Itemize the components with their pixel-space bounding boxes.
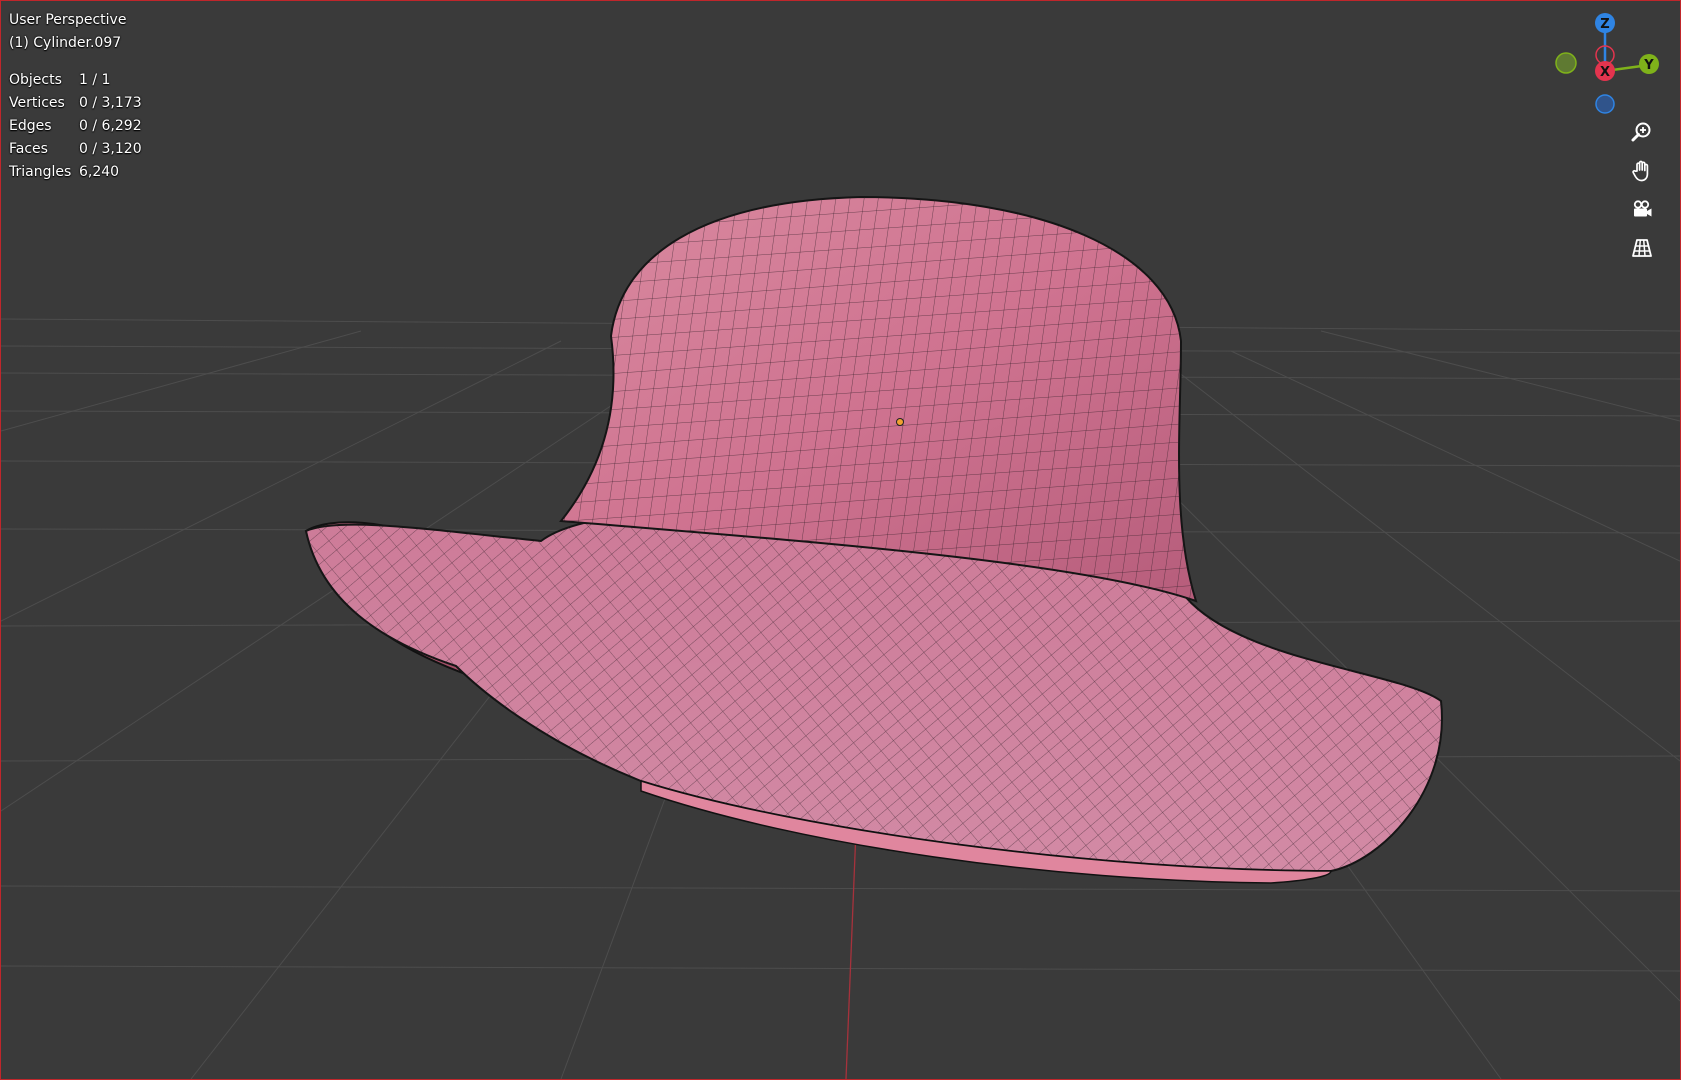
stat-row-vertices: Vertices 0 / 3,173 [9, 92, 142, 115]
stat-row-objects: Objects 1 / 1 [9, 69, 142, 92]
hand-icon [1632, 160, 1649, 182]
navigation-gizmo[interactable]: Z Y X [1541, 7, 1671, 117]
z-axis-handle[interactable]: Z [1595, 13, 1615, 33]
grid-perspective-icon [1632, 239, 1652, 257]
y-axis-label: Y [1643, 58, 1654, 73]
stat-label: Faces [9, 141, 48, 157]
pan-button[interactable] [1626, 155, 1658, 187]
stat-value: 0 / 3,120 [79, 141, 142, 157]
stat-label: Vertices [9, 95, 65, 111]
camera-icon [1633, 200, 1652, 217]
perspective-toggle-button[interactable] [1626, 232, 1658, 264]
scene-canvas[interactable] [1, 1, 1680, 1079]
stat-value: 1 / 1 [79, 72, 111, 88]
zoom-button[interactable] [1626, 116, 1658, 148]
stat-label: Objects [9, 72, 62, 88]
neg-y-axis-handle[interactable] [1555, 52, 1577, 74]
camera-button[interactable] [1626, 194, 1658, 226]
stat-label: Edges [9, 118, 52, 134]
zoom-icon [1631, 122, 1651, 142]
z-axis-label: Z [1600, 17, 1609, 32]
stat-row-faces: Faces 0 / 3,120 [9, 138, 142, 161]
view-name: User Perspective [9, 12, 127, 28]
stat-row-triangles: Triangles 6,240 [9, 161, 142, 184]
y-axis-handle[interactable]: Y [1639, 54, 1659, 74]
active-object-name: (1) Cylinder.097 [9, 35, 122, 51]
stat-value: 0 / 3,173 [79, 95, 142, 111]
neg-z-axis-handle[interactable] [1595, 94, 1615, 114]
object-origin-dot [896, 418, 904, 426]
x-axis-label: X [1600, 65, 1610, 80]
viewport-header: User Perspective (1) Cylinder.097 [9, 9, 126, 55]
x-axis-handle[interactable]: X [1595, 61, 1615, 81]
statistics-overlay: Objects 1 / 1 Vertices 0 / 3,173 Edges 0… [9, 69, 142, 184]
stat-row-edges: Edges 0 / 6,292 [9, 115, 142, 138]
stat-label: Triangles [9, 164, 72, 180]
stat-value: 0 / 6,292 [79, 118, 142, 134]
3d-viewport[interactable]: User Perspective (1) Cylinder.097 Object… [0, 0, 1681, 1080]
stat-value: 6,240 [79, 164, 120, 180]
